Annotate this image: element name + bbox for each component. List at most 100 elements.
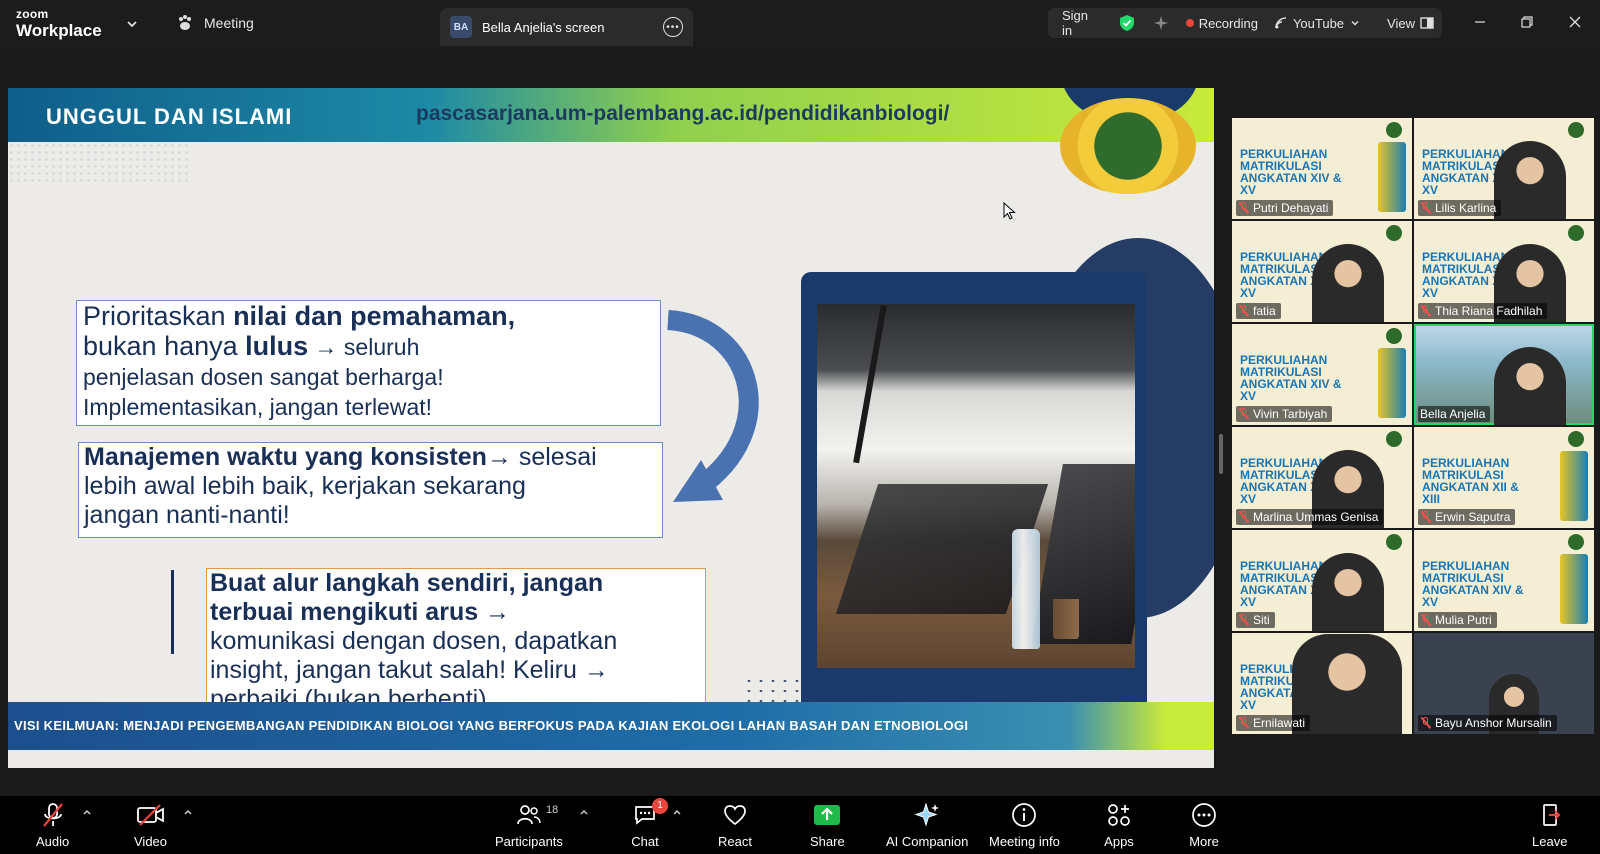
- tab-meeting-label: Meeting: [204, 15, 254, 31]
- point1-text-c: bukan hanya: [83, 331, 246, 361]
- shared-screen-area[interactable]: UNGGUL DAN ISLAMI pascasarjana.um-palemb…: [0, 48, 1228, 796]
- participants-icon: 18: [514, 802, 558, 828]
- slide-point-3: Buat alur langkah sendiri, jangan terbua…: [206, 568, 706, 718]
- participant-name: Bayu Anshor Mursalin: [1435, 716, 1552, 730]
- share-button[interactable]: Share: [810, 802, 845, 849]
- security-shield-icon[interactable]: [1104, 14, 1144, 32]
- tab-meeting[interactable]: Meeting: [176, 14, 254, 32]
- minimize-icon[interactable]: [1470, 12, 1490, 32]
- participant-name: Vivin Tarbiyah: [1253, 407, 1328, 421]
- sign-in-label: Sign in: [1062, 8, 1089, 38]
- chevron-up-icon[interactable]: [81, 806, 95, 820]
- participant-video: [1494, 141, 1566, 219]
- chevron-up-icon[interactable]: [182, 806, 196, 820]
- meeting-status-bar: Sign in Recording YouTube View: [1048, 8, 1442, 38]
- video-tile[interactable]: PERKULIAHAN MATRIKULASI ANGKATAN XIV & X…: [1414, 530, 1594, 631]
- presentation-slide: UNGGUL DAN ISLAMI pascasarjana.um-palemb…: [8, 88, 1214, 768]
- recording-indicator[interactable]: Recording: [1178, 16, 1266, 31]
- video-tile[interactable]: PERKULIAHAN MATRIKULASI ANGKATAN XII & X…: [1414, 427, 1594, 528]
- restore-icon[interactable]: [1517, 12, 1537, 32]
- ai-companion-label: AI Companion: [886, 834, 969, 849]
- slide-tagline: UNGGUL DAN ISLAMI: [46, 104, 293, 129]
- university-logo: [1060, 98, 1196, 194]
- decorative-dots: [8, 142, 188, 182]
- chat-label: Chat: [631, 834, 659, 849]
- tab-shared-screen[interactable]: BA Bella Anjelia's screen •••: [440, 8, 693, 46]
- video-tile[interactable]: PERKULIAHAN MATRIKULASI ANGKATAN XIV & X…: [1414, 118, 1594, 219]
- meeting-info-label: Meeting info: [989, 834, 1060, 849]
- photo-water-bottle: [1012, 529, 1040, 649]
- more-label: More: [1189, 834, 1219, 849]
- more-options-icon[interactable]: •••: [663, 17, 683, 37]
- participant-name: Bella Anjelia: [1420, 407, 1486, 421]
- participant-nameplate: Lilis Karlina: [1418, 200, 1502, 216]
- view-label: View: [1387, 15, 1415, 31]
- recording-label: Recording: [1198, 15, 1258, 31]
- apps-button[interactable]: Apps: [1104, 802, 1134, 849]
- video-tile[interactable]: PERKULIAHAN MATRIKULASI ANGKATAN XIV & X…: [1232, 221, 1412, 322]
- ai-companion-button[interactable]: AI Companion: [886, 802, 968, 849]
- video-tile-active-speaker[interactable]: Bella Anjelia: [1414, 324, 1594, 425]
- close-icon[interactable]: [1565, 12, 1585, 32]
- participant-nameplate: Ernilawati: [1236, 715, 1311, 731]
- chevron-down-icon[interactable]: [124, 16, 140, 32]
- participant-nameplate: Vivin Tarbiyah: [1236, 406, 1333, 422]
- mic-muted-icon: [38, 802, 68, 828]
- video-tile[interactable]: PERKULIAHAN MATRIKULASI ANGKATAN XIV & X…: [1232, 633, 1412, 734]
- share-screen-icon: [812, 802, 842, 828]
- sign-in-button[interactable]: Sign in: [1048, 8, 1104, 38]
- point1-text-e: → seluruh: [308, 334, 420, 360]
- video-tile[interactable]: PERKULIAHAN MATRIKULASI ANGKATAN XIV & X…: [1232, 427, 1412, 528]
- video-button[interactable]: Video: [134, 802, 167, 849]
- point2-text-a: Manajemen waktu yang konsisten→: [84, 443, 512, 471]
- meeting-info-button[interactable]: Meeting info: [989, 802, 1060, 849]
- video-tile[interactable]: PERKULIAHAN MATRIKULASI ANGKATAN XIV & X…: [1232, 324, 1412, 425]
- view-menu-button[interactable]: View: [1369, 16, 1442, 31]
- thumb-logo: [1386, 328, 1402, 344]
- mic-muted-icon: [1238, 408, 1249, 420]
- participant-nameplate: Marlina Ummas Genisa: [1236, 509, 1384, 525]
- video-tile[interactable]: PERKULIAHAN MATRIKULASI ANGKATAN XIV & X…: [1232, 118, 1412, 219]
- participants-button[interactable]: 18 Participants: [495, 802, 563, 849]
- chat-button[interactable]: 1 Chat: [630, 798, 668, 849]
- mic-muted-icon: [1238, 305, 1249, 317]
- brand-zoom: zoom: [16, 7, 49, 21]
- chevron-up-icon[interactable]: [671, 806, 685, 820]
- thumb-logo: [1386, 122, 1402, 138]
- youtube-stream-menu[interactable]: YouTube: [1266, 16, 1369, 31]
- video-tile[interactable]: PERKULIAHAN MATRIKULASI ANGKATAN XIV & X…: [1232, 530, 1412, 631]
- thumb-title: PERKULIAHAN MATRIKULASI ANGKATAN XIV & X…: [1240, 353, 1342, 403]
- more-button[interactable]: More: [1189, 802, 1219, 849]
- share-label: Share: [810, 834, 845, 849]
- meeting-toolbar: Audio Video 18 Participants 1 Chat React…: [0, 796, 1600, 854]
- panel-resize-handle[interactable]: [1219, 434, 1223, 474]
- leave-button[interactable]: Leave: [1532, 802, 1567, 849]
- slide-footer: VISI KEILMUAN: MENJADI PENGEMBANGAN PEND…: [8, 702, 1214, 750]
- video-tile[interactable]: Bayu Anshor Mursalin: [1414, 633, 1594, 734]
- thumb-title: PERKULIAHAN MATRIKULASI ANGKATAN XIV & X…: [1240, 147, 1342, 197]
- thumb-logo: [1386, 431, 1402, 447]
- thumb-logo: [1568, 534, 1584, 550]
- participant-nameplate: Siti: [1236, 612, 1275, 628]
- point1-text-a: Prioritaskan: [83, 301, 234, 331]
- apps-label: Apps: [1104, 834, 1134, 849]
- broadcast-icon: [1275, 17, 1287, 29]
- point3-text-c: komunikasi dengan dosen, dapatkan: [210, 627, 618, 655]
- video-tile[interactable]: PERKULIAHAN MATRIKULASI ANGKATAN XIV & X…: [1414, 221, 1594, 322]
- participant-name: Mulia Putri: [1435, 613, 1492, 627]
- mic-muted-icon: [1420, 511, 1431, 523]
- participant-nameplate: Mulia Putri: [1418, 612, 1497, 628]
- paw-icon: [179, 15, 191, 30]
- thumb-logo: [1386, 534, 1402, 550]
- audio-button[interactable]: Audio: [36, 802, 69, 849]
- react-button[interactable]: React: [718, 802, 752, 849]
- info-icon: [1009, 802, 1039, 828]
- participant-nameplate: Bella Anjelia: [1418, 406, 1491, 422]
- point3-text-a: Buat alur langkah sendiri, jangan: [210, 569, 604, 597]
- zoom-workplace-logo[interactable]: zoom Workplace: [16, 8, 102, 39]
- sparkle-icon[interactable]: [1144, 14, 1178, 32]
- point3-text-b: terbuai mengikuti arus →: [210, 598, 511, 626]
- slide-point-2: Manajemen waktu yang konsisten→ selesai …: [78, 442, 663, 538]
- chevron-up-icon[interactable]: [578, 806, 592, 820]
- tablet-frame: [801, 272, 1147, 716]
